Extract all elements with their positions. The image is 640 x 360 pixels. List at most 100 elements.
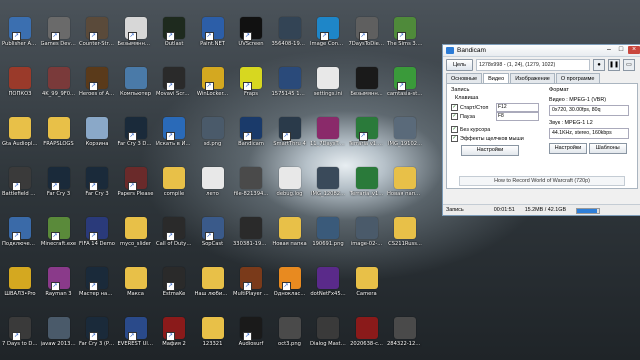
tab-0[interactable]: Основные [446,73,483,83]
desktop-icon-label: Counter-Strike 1.6 v38 [79,41,115,47]
desktop-icon[interactable]: Компьютер [118,64,154,109]
desktop-icon[interactable]: ↗Counter-Strike 1.6 v38 [79,14,115,59]
tab-3[interactable]: О программе [555,73,600,83]
desktop-icon[interactable]: ↗ Paint.NET [195,14,231,59]
desktop-icon[interactable]: 1575145 19... [272,64,308,109]
tab-2[interactable]: Изображение [510,73,555,83]
desktop-icon[interactable]: Gta Audioplusf [2,114,38,159]
desktop-icon[interactable]: ↗Искать в Интернете [156,114,192,159]
desktop-icon[interactable]: 11_7DaysT... (1).rar [310,114,346,159]
desktop-icon[interactable]: file-821394... [233,164,269,209]
desktop-icon[interactable]: 356408-192... [272,14,308,59]
desktop-icon[interactable]: 190691.png [310,214,346,259]
desktop-icon[interactable]: ↗ Rayman 3 [41,264,77,309]
templates-button[interactable]: Шаблоны [588,143,627,154]
desktop-icon[interactable]: ↗ Fraps [233,64,269,109]
desktop-icon[interactable]: ↗ Bandicam [233,114,269,159]
start-stop-checkbox[interactable]: ✓ [451,104,458,111]
desktop-icon[interactable]: ↗ Far Cry 3 [79,164,115,209]
desktop-icon[interactable]: ↗Call of Duty Black Ops 2 [156,214,192,259]
desktop-icon[interactable]: ↗Image Converter [310,14,346,59]
desktop-icon[interactable]: ↗7DaysToDie Server Mo... [349,14,385,59]
shortcut-arrow-icon: ↗ [50,232,60,241]
desktop-icon[interactable]: 330381-192... [233,214,269,259]
desktop-icon[interactable]: debug.log [272,164,308,209]
folder-icon[interactable]: ▭ [623,59,635,71]
desktop-icon[interactable]: ↗ Minecraft.exe [41,214,77,259]
desktop-icon[interactable]: image-02-... [349,214,385,259]
desktop-icon[interactable]: ↗Подключение к интернет [2,214,38,259]
desktop-icon[interactable]: FRAPSLOGS [41,114,77,159]
desktop-icon[interactable]: 2020638-c... [349,314,385,359]
pause-button[interactable]: ❚❚ [608,59,620,71]
desktop-icon[interactable]: sd.png [195,114,231,159]
desktop-icon[interactable]: ↗Games Dev Tycoon [41,14,77,59]
desktop-icon[interactable]: ↗Мастер настройки [79,264,115,309]
desktop-icon[interactable]: лето [195,164,231,209]
desktop-icon[interactable]: ↗Heroes of Age of Armageddon [79,64,115,109]
desktop-icon[interactable]: Новая папка [272,214,308,259]
desktop-icon[interactable]: ↗ Far Cry 3 [41,164,77,209]
record-settings-button[interactable]: Настройки [461,145,519,156]
desktop-icon[interactable]: ↗ camtasia-str... [387,64,423,109]
desktop-icon[interactable]: ↗ Papers Please [118,164,154,209]
desktop-icon[interactable]: 4K_99_9F0... [41,64,77,109]
desktop-icon[interactable]: ↗The Sims 3.Gold Edition [387,14,423,59]
pause-checkbox[interactable]: ✓ [451,113,458,120]
desktop-icon[interactable]: ↗Publisher Animation [2,14,38,59]
desktop-icon[interactable]: ↗Movavi Screen Capture [156,64,192,109]
desktop-icon[interactable]: ↗ Одноклас... [272,264,308,309]
desktop-icon[interactable]: ↗ WinLocker... [195,64,231,109]
desktop-icon[interactable]: ↗Battlefield 4™ Стрим [2,164,38,209]
desktop-icon[interactable]: ↗ Audiosurf [233,314,269,359]
desktop-icon[interactable]: ↗ FIFA 14 Demo [79,214,115,259]
desktop-icon[interactable]: ↗ Мафия 2 [156,314,192,359]
desktop-icon[interactable]: Camera [349,264,385,309]
target-button[interactable]: Цель [446,59,473,71]
desktop-icon[interactable]: ↗ UVScreen [233,14,269,59]
format-settings-button[interactable]: Настройки [549,143,587,154]
tab-1[interactable]: Видео [483,73,510,83]
maximize-icon[interactable]: □ [615,46,627,54]
desktop-icon[interactable]: ↗EVEREST Ultima... [118,314,154,359]
desktop-icon[interactable]: myco_slider [118,214,154,259]
desktop-icon[interactable]: dotNetFx45... [310,264,346,309]
desktop-icon[interactable]: compile [156,164,192,209]
desktop-icon[interactable]: 123321 [195,314,231,359]
desktop-icon[interactable]: Новая папка (2) [387,164,423,209]
desktop-icon[interactable]: ↗Far Cry 3 (Редактор) [79,314,115,359]
desktop-icon[interactable]: IMG_12082... [310,164,346,209]
desktop-icon[interactable]: ↗MultiPlayer (9.9.9) [233,264,269,309]
tutorial-banner-link[interactable]: How to Record World of Warcraft (720p) [459,176,625,186]
bandicam-titlebar[interactable]: Bandicam – □ × [443,45,640,57]
desktop-icon[interactable]: ↗ SmartThru 4 [272,114,308,159]
click-effects-checkbox[interactable]: ✓ [451,135,458,142]
desktop-icon[interactable]: ШВАЛЗ•Pro [2,264,38,309]
desktop-icon[interactable]: 284322-128... [387,314,423,359]
start-stop-hotkey-field[interactable]: F12 [496,103,539,112]
desktop-icon[interactable]: Корзина [79,114,115,159]
desktop-icon[interactable]: ПОПКОЗ [2,64,38,109]
desktop-icon[interactable]: ↗Terraria v1.2.0.3.1 [349,114,385,159]
desktop-icon[interactable]: ↗ EstmaKe [156,264,192,309]
hide-cursor-checkbox[interactable]: ✓ [451,126,458,133]
minimize-icon[interactable]: – [603,46,615,54]
desktop-icon[interactable]: javaw 2013-09-0... [41,314,77,359]
desktop-icon[interactable]: oct3.png [272,314,308,359]
desktop-icon[interactable]: ↗Far Cry 3 Deluxe Edition [118,114,154,159]
desktop-icon[interactable]: settings.ini [310,64,346,109]
desktop-icon[interactable]: Макса [118,264,154,309]
record-button[interactable]: ● [593,59,605,71]
pause-hotkey-field[interactable]: F8 [496,112,539,121]
desktop-icon[interactable]: Наш любимый... [195,264,231,309]
desktop-icon[interactable]: ↗ Outlast [156,14,192,59]
desktop-icon[interactable]: ↗ SopCast [195,214,231,259]
desktop-icon[interactable]: CS211Russ... [387,214,423,259]
desktop-icon[interactable]: IMG_19102... [387,114,423,159]
desktop-icon[interactable]: ↗Безымянный и Vide Paths [118,14,154,59]
desktop-icon[interactable]: Безымянн... [349,64,385,109]
desktop-icon[interactable]: ↗7 Days to Die Alpha [2,314,38,359]
close-icon[interactable]: × [628,46,640,54]
desktop-icon[interactable]: Dialog Master.JPG [310,314,346,359]
desktop-icon[interactable]: Terraria_v1... [349,164,385,209]
